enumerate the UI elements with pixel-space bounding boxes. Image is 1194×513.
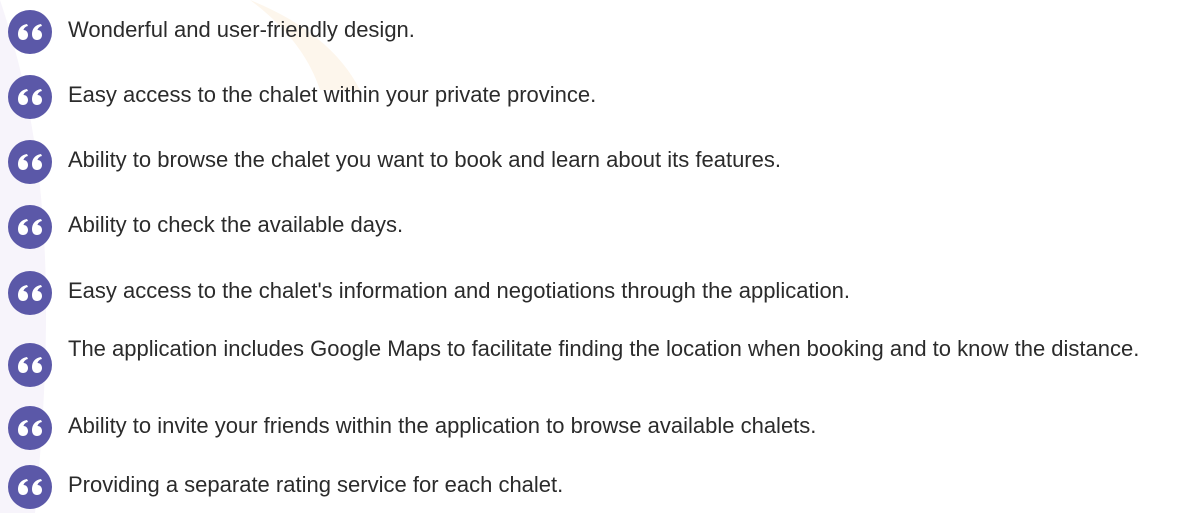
quote-icon (8, 10, 52, 54)
feature-text: Ability to check the available days. (68, 212, 404, 237)
quote-icon (8, 75, 52, 119)
feature-text: Easy access to the chalet within your pr… (68, 82, 597, 107)
feature-item: Ability to check the available days. (8, 205, 403, 249)
quote-icon (8, 406, 52, 450)
feature-text: Ability to browse the chalet you want to… (68, 147, 781, 172)
feature-item: Wonderful and user-friendly design. (8, 10, 415, 54)
feature-item: Ability to invite your friends within th… (8, 406, 816, 450)
feature-item: Easy access to the chalet within your pr… (8, 75, 596, 119)
quote-icon (8, 343, 52, 387)
quote-icon (8, 205, 52, 249)
feature-text: The application includes Google Maps to … (68, 336, 1140, 361)
quote-icon (8, 140, 52, 184)
feature-text: Easy access to the chalet's information … (68, 278, 851, 303)
feature-list: Wonderful and user-friendly design. Easy… (0, 0, 1194, 513)
feature-text: Ability to invite your friends within th… (68, 413, 817, 438)
feature-item: Ability to browse the chalet you want to… (8, 140, 781, 184)
feature-text: Providing a separate rating service for … (68, 472, 564, 497)
quote-icon (8, 271, 52, 315)
feature-item: Easy access to the chalet's information … (8, 271, 850, 315)
feature-item: The application includes Google Maps to … (8, 335, 1168, 387)
feature-item: Providing a separate rating service for … (8, 465, 563, 509)
feature-text: Wonderful and user-friendly design. (68, 17, 415, 42)
quote-icon (8, 465, 52, 509)
